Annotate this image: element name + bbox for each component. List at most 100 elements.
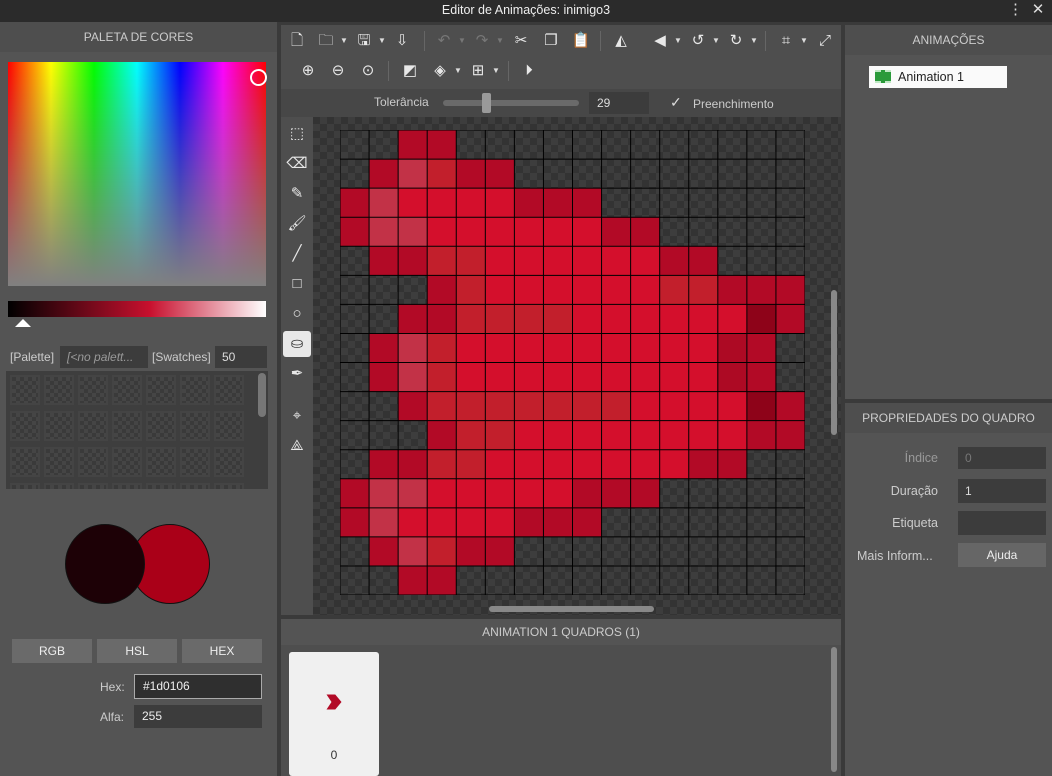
sprite-pixel[interactable] — [659, 333, 689, 363]
sprite-pixel[interactable] — [543, 275, 573, 305]
tolerance-input[interactable]: 29 — [589, 92, 649, 114]
empty-pixel[interactable] — [340, 421, 369, 450]
swatch-cell[interactable] — [112, 447, 142, 477]
sprite-pixel[interactable] — [485, 362, 515, 392]
sprite-pixel[interactable] — [514, 420, 544, 450]
copy-icon[interactable]: ❐ — [541, 31, 561, 51]
sprite-pixel[interactable] — [485, 159, 515, 189]
color-spectrum[interactable] — [8, 62, 266, 286]
sprite-pixel[interactable] — [398, 304, 428, 334]
sprite-pixel[interactable] — [427, 449, 457, 479]
sprite-pixel[interactable] — [398, 391, 428, 421]
empty-pixel[interactable] — [543, 566, 572, 595]
sprite-pixel[interactable] — [601, 246, 631, 276]
swatch-cell[interactable] — [146, 483, 176, 489]
empty-pixel[interactable] — [543, 130, 572, 159]
empty-pixel[interactable] — [631, 508, 660, 537]
empty-pixel[interactable] — [573, 159, 602, 188]
sprite-pixel[interactable] — [572, 362, 602, 392]
sprite-pixel[interactable] — [601, 420, 631, 450]
sprite-pixel[interactable] — [746, 362, 776, 392]
swatch-cell[interactable] — [78, 375, 108, 405]
empty-pixel[interactable] — [340, 275, 369, 304]
sprite-pixel[interactable] — [630, 420, 660, 450]
empty-pixel[interactable] — [689, 479, 718, 508]
swatch-cell[interactable] — [10, 375, 40, 405]
save-icon[interactable]: 🖫 — [354, 31, 374, 51]
sprite-pixel[interactable] — [485, 275, 515, 305]
sprite-pixel[interactable] — [485, 478, 515, 508]
empty-pixel[interactable] — [689, 537, 718, 566]
empty-pixel[interactable] — [456, 566, 485, 595]
empty-pixel[interactable] — [514, 130, 543, 159]
sprite-pixel[interactable] — [601, 217, 631, 247]
empty-pixel[interactable] — [369, 304, 398, 333]
sprite-pixel[interactable] — [543, 333, 573, 363]
sprite-pixel[interactable] — [543, 478, 573, 508]
export-icon[interactable]: ⇩ — [392, 31, 412, 51]
sprite-pixel[interactable] — [746, 333, 776, 363]
empty-pixel[interactable] — [340, 363, 369, 392]
empty-pixel[interactable] — [340, 246, 369, 275]
sprite-pixel[interactable] — [456, 246, 486, 276]
sprite-pixel[interactable] — [514, 188, 544, 218]
sprite-pixel[interactable] — [630, 217, 660, 247]
sprite-pixel[interactable] — [456, 536, 486, 566]
empty-pixel[interactable] — [602, 130, 631, 159]
paste-icon[interactable]: 📋 — [571, 31, 591, 51]
hex-mode-button[interactable]: HEX — [182, 639, 262, 663]
empty-pixel[interactable] — [689, 566, 718, 595]
swatch-cell[interactable] — [180, 375, 210, 405]
sprite-pixel[interactable] — [398, 188, 428, 218]
zoom-reset-icon[interactable]: ⊙ — [358, 61, 378, 81]
sprite-pixel[interactable] — [427, 507, 457, 537]
empty-pixel[interactable] — [340, 537, 369, 566]
sprite-pixel[interactable] — [427, 275, 457, 305]
sprite-pixel[interactable] — [572, 246, 602, 276]
tolerance-slider-thumb[interactable] — [482, 93, 491, 113]
duration-input[interactable]: 1 — [958, 479, 1046, 503]
empty-pixel[interactable] — [718, 130, 747, 159]
sprite-pixel[interactable] — [398, 159, 428, 189]
empty-pixel[interactable] — [747, 217, 776, 246]
sprite-pixel[interactable] — [659, 391, 689, 421]
empty-pixel[interactable] — [369, 130, 398, 159]
sprite-grid[interactable] — [340, 130, 805, 595]
sprite-pixel[interactable] — [369, 159, 399, 189]
chevron-down-icon[interactable]: ▼ — [800, 31, 808, 51]
fill-background-icon[interactable]: ◩ — [400, 61, 420, 81]
empty-pixel[interactable] — [340, 159, 369, 188]
empty-pixel[interactable] — [689, 217, 718, 246]
sprite-pixel[interactable] — [572, 188, 602, 218]
sprite-pixel[interactable] — [485, 246, 515, 276]
empty-pixel[interactable] — [602, 537, 631, 566]
sprite-pixel[interactable] — [398, 333, 428, 363]
empty-pixel[interactable] — [340, 450, 369, 479]
pivot-icon[interactable]: ⟁ — [283, 433, 311, 459]
sprite-pixel[interactable] — [427, 130, 457, 160]
empty-pixel[interactable] — [776, 159, 805, 188]
sprite-pixel[interactable] — [485, 449, 515, 479]
sprite-pixel[interactable] — [369, 478, 399, 508]
sprite-pixel[interactable] — [572, 507, 602, 537]
empty-pixel[interactable] — [340, 333, 369, 362]
sprite-pixel[interactable] — [514, 391, 544, 421]
palette-select[interactable]: [<no palett... — [60, 346, 148, 368]
sprite-pixel[interactable] — [485, 333, 515, 363]
rotate-left-icon[interactable]: ↺ — [688, 31, 708, 51]
empty-pixel[interactable] — [776, 479, 805, 508]
empty-pixel[interactable] — [689, 188, 718, 217]
sprite-pixel[interactable] — [456, 304, 486, 334]
zoom-in-icon[interactable]: ⊕ — [298, 61, 318, 81]
eyedropper-icon[interactable]: ✒ — [283, 361, 311, 387]
sprite-pixel[interactable] — [630, 362, 660, 392]
sprite-pixel[interactable] — [543, 217, 573, 247]
sprite-pixel[interactable] — [456, 449, 486, 479]
swatch-cell[interactable] — [214, 411, 244, 441]
crop-icon[interactable]: ⌗ — [776, 31, 796, 51]
sprite-pixel[interactable] — [398, 478, 428, 508]
sprite-pixel[interactable] — [456, 507, 486, 537]
swatch-cell[interactable] — [78, 447, 108, 477]
sprite-pixel[interactable] — [369, 217, 399, 247]
sprite-pixel[interactable] — [630, 333, 660, 363]
